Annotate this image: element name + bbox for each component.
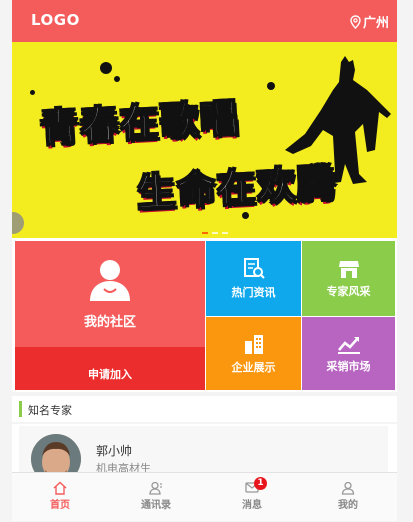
nav-label: 消息 xyxy=(242,500,262,511)
banner-decoration xyxy=(242,212,249,219)
location-selector[interactable]: 广州 xyxy=(350,12,389,31)
banner-decoration xyxy=(267,82,275,90)
banner-headline-2: 生命在欢腾 xyxy=(135,159,339,216)
top-header: LOGO 广州 xyxy=(12,0,397,42)
avatar xyxy=(31,434,81,474)
expert-name: 郭小帅 xyxy=(96,444,133,458)
store-icon xyxy=(338,260,359,278)
expert-list-item[interactable]: 郭小帅 机电高材生 xyxy=(19,426,388,474)
section-accent-bar xyxy=(19,401,22,417)
document-search-icon xyxy=(243,257,265,279)
person-icon xyxy=(90,259,130,301)
banner-decoration xyxy=(100,62,112,74)
nav-item-contacts[interactable]: 通讯录 xyxy=(108,473,204,521)
trend-chart-icon xyxy=(337,336,360,354)
section-title: 知名专家 xyxy=(28,404,72,417)
user-icon xyxy=(341,480,355,495)
banner-dot[interactable] xyxy=(222,232,228,234)
tile-label: 申请加入 xyxy=(88,367,132,381)
promo-banner[interactable]: 青春在歌唱 生命在欢腾 xyxy=(12,42,397,238)
experts-section-header: 知名专家 xyxy=(12,396,397,422)
message-icon: 1 xyxy=(245,477,267,494)
tile-expert-showcase[interactable]: 专家风采 xyxy=(302,241,395,316)
banner-pagination xyxy=(202,232,228,234)
logo[interactable]: LOGO xyxy=(31,11,80,29)
tile-apply-join[interactable]: 申请加入 xyxy=(15,347,205,390)
contacts-icon xyxy=(149,480,163,495)
banner-dot[interactable] xyxy=(212,232,218,234)
nav-item-messages[interactable]: 1 消息 xyxy=(204,473,300,521)
expert-list: 郭小帅 机电高材生 xyxy=(12,424,397,474)
home-icon xyxy=(53,480,67,495)
building-icon xyxy=(244,334,263,354)
location-label: 广州 xyxy=(362,16,389,31)
bottom-nav: 首页 通讯录 1 消息 我的 xyxy=(12,472,397,521)
nav-item-me[interactable]: 我的 xyxy=(300,473,396,521)
unread-badge: 1 xyxy=(254,477,267,490)
nav-label: 我的 xyxy=(338,500,358,511)
tile-enterprise-showcase[interactable]: 企业展示 xyxy=(206,317,301,390)
tile-label: 采销市场 xyxy=(326,359,371,373)
nav-item-home[interactable]: 首页 xyxy=(12,473,108,521)
app-page: LOGO 广州 青春在歌唱 生命在欢腾 我的社区 申请加入 热门资讯 专家风采 … xyxy=(0,0,413,522)
tile-label: 企业展示 xyxy=(231,360,276,374)
location-pin-icon xyxy=(350,14,361,29)
tile-label: 专家风采 xyxy=(326,284,371,298)
banner-decoration xyxy=(30,90,35,95)
banner-prev-button[interactable] xyxy=(12,212,24,234)
nav-label: 首页 xyxy=(50,500,70,511)
banner-dot[interactable] xyxy=(202,232,208,234)
banner-headline-1: 青春在歌唱 xyxy=(38,94,242,151)
tile-label: 热门资讯 xyxy=(231,285,276,299)
tile-hot-news[interactable]: 热门资讯 xyxy=(206,241,301,316)
feature-grid: 我的社区 申请加入 热门资讯 专家风采 企业展示 采销市场 xyxy=(12,238,397,392)
banner-decoration xyxy=(114,76,120,82)
nav-label: 通讯录 xyxy=(141,500,171,511)
tile-purchase-market[interactable]: 采销市场 xyxy=(302,317,395,390)
tile-label: 我的社区 xyxy=(83,314,136,330)
tile-my-community[interactable]: 我的社区 xyxy=(15,241,205,347)
